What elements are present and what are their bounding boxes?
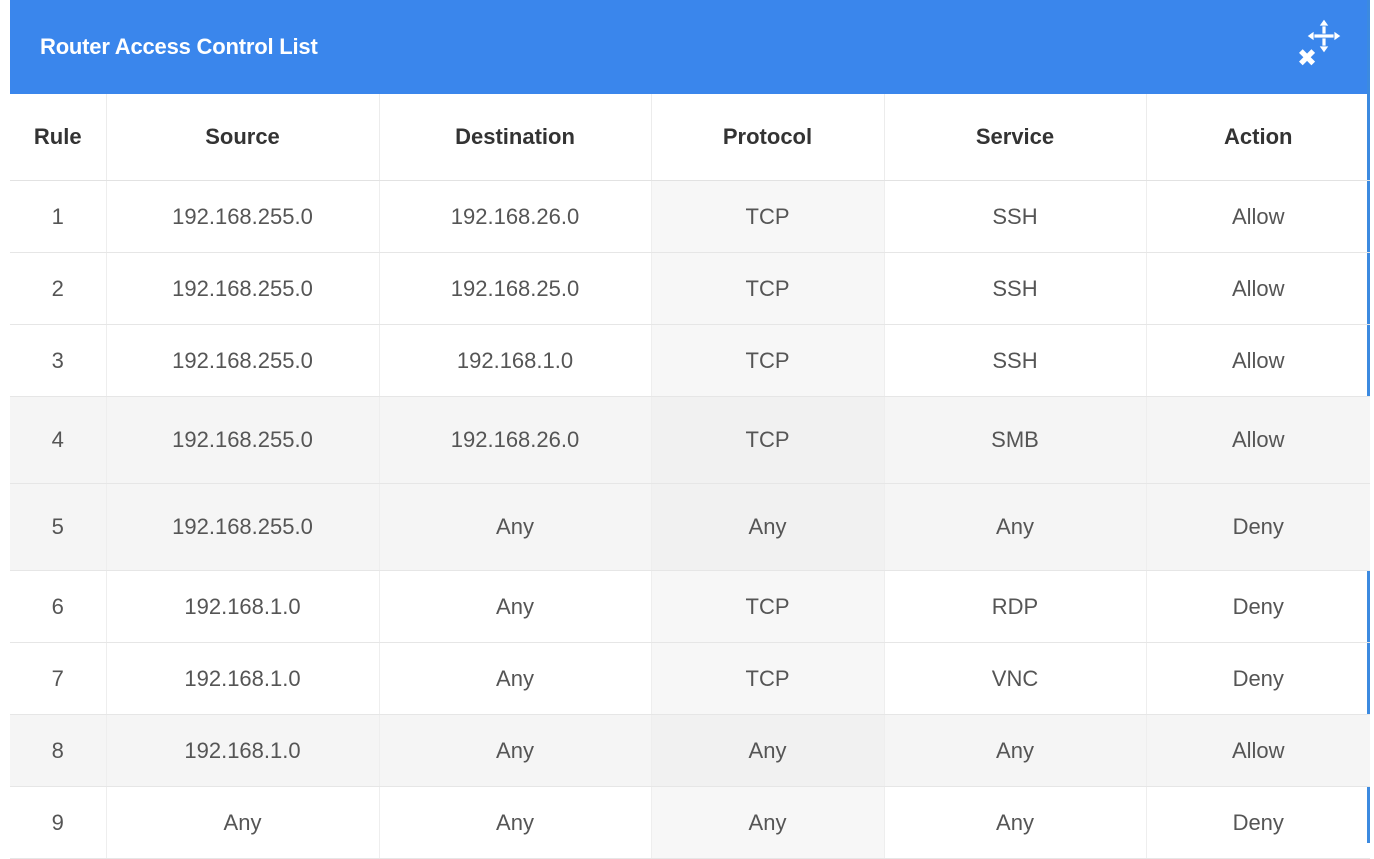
cell-destination: Any [379,570,652,643]
cell-protocol: Any [651,714,885,787]
cell-action: Deny [1146,786,1370,859]
column-header-rule[interactable]: Rule [10,94,107,181]
acl-table: Rule Source Destination Protocol Service… [10,94,1370,859]
cell-destination: Any [379,786,652,859]
cell-rule: 8 [10,714,107,787]
cell-source: 192.168.255.0 [106,180,380,253]
cell-source: Any [106,786,380,859]
cell-protocol: TCP [651,642,885,715]
cell-action: Allow [1146,252,1370,325]
cell-source: 192.168.255.0 [106,324,380,397]
table-row[interactable]: 3 192.168.255.0 192.168.1.0 TCP SSH Allo… [10,324,1370,397]
cell-source: 192.168.1.0 [106,714,380,787]
table-row[interactable]: 1 192.168.255.0 192.168.26.0 TCP SSH All… [10,180,1370,253]
acl-window: Router Access Control List ✖ Rule Source… [10,0,1370,859]
cell-service: RDP [884,570,1147,643]
table-row[interactable]: 4 192.168.255.0 192.168.26.0 TCP SMB All… [10,396,1370,484]
table-header-row: Rule Source Destination Protocol Service… [10,94,1370,181]
cell-protocol: Any [651,483,885,571]
cell-source: 192.168.1.0 [106,642,380,715]
window-controls: ✖ [1297,19,1341,75]
table-row[interactable]: 9 Any Any Any Any Deny [10,786,1370,859]
column-header-service[interactable]: Service [884,94,1147,181]
cell-destination: 192.168.1.0 [379,324,652,397]
cell-rule: 9 [10,786,107,859]
cell-protocol: TCP [651,180,885,253]
column-header-action[interactable]: Action [1146,94,1370,181]
table-row[interactable]: 8 192.168.1.0 Any Any Any Allow [10,714,1370,787]
cell-service: SSH [884,324,1147,397]
cell-destination: Any [379,714,652,787]
table-row[interactable]: 6 192.168.1.0 Any TCP RDP Deny [10,570,1370,643]
cell-service: Any [884,786,1147,859]
cell-destination: Any [379,483,652,571]
cell-service: SMB [884,396,1147,484]
cell-destination: 192.168.26.0 [379,396,652,484]
cell-source: 192.168.255.0 [106,483,380,571]
column-header-protocol[interactable]: Protocol [651,94,885,181]
cell-service: Any [884,483,1147,571]
window-title: Router Access Control List [40,34,318,59]
window-titlebar[interactable]: Router Access Control List ✖ [10,0,1367,94]
cell-rule: 6 [10,570,107,643]
cell-protocol: TCP [651,570,885,643]
cell-source: 192.168.255.0 [106,252,380,325]
cell-action: Allow [1146,324,1370,397]
table-row[interactable]: 5 192.168.255.0 Any Any Any Deny [10,483,1370,571]
cell-action: Deny [1146,642,1370,715]
cell-protocol: TCP [651,324,885,397]
move-icon[interactable] [1307,19,1341,53]
cell-action: Allow [1146,180,1370,253]
cell-action: Deny [1146,570,1370,643]
cell-protocol: TCP [651,396,885,484]
cell-service: VNC [884,642,1147,715]
cell-rule: 1 [10,180,107,253]
cell-service: SSH [884,180,1147,253]
cell-protocol: Any [651,786,885,859]
cell-action: Deny [1146,483,1370,571]
cell-destination: Any [379,642,652,715]
column-header-destination[interactable]: Destination [379,94,652,181]
cell-service: SSH [884,252,1147,325]
table-row[interactable]: 2 192.168.255.0 192.168.25.0 TCP SSH All… [10,252,1370,325]
column-header-source[interactable]: Source [106,94,380,181]
cell-protocol: TCP [651,252,885,325]
cell-rule: 3 [10,324,107,397]
cell-destination: 192.168.26.0 [379,180,652,253]
cell-service: Any [884,714,1147,787]
table-row[interactable]: 7 192.168.1.0 Any TCP VNC Deny [10,642,1370,715]
cell-rule: 5 [10,483,107,571]
cell-action: Allow [1146,396,1370,484]
cell-source: 192.168.1.0 [106,570,380,643]
cell-rule: 2 [10,252,107,325]
cell-source: 192.168.255.0 [106,396,380,484]
cell-rule: 7 [10,642,107,715]
cell-rule: 4 [10,396,107,484]
cell-destination: 192.168.25.0 [379,252,652,325]
cell-action: Allow [1146,714,1370,787]
